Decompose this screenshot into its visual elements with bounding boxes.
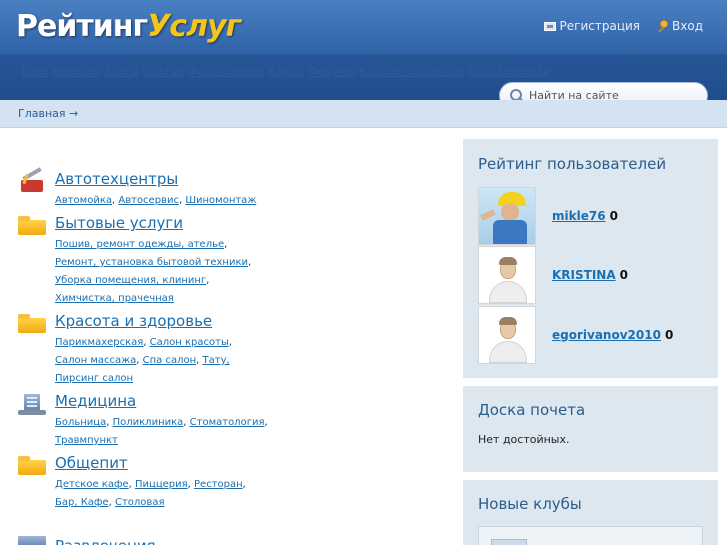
user-name-link[interactable]: egorivanov2010 (552, 328, 661, 342)
category-list: Автотехцентры Автомойка, Автосервис, Шин… (18, 167, 268, 516)
subcategory-link[interactable]: Бар, Кафе (55, 497, 109, 508)
tools-icon (18, 167, 46, 194)
logo-part2: Услуг (147, 9, 241, 44)
panel-title: Доска почета (478, 401, 586, 419)
subcategory-link[interactable]: Травмпункт (55, 435, 118, 446)
site-logo[interactable]: РейтингУслуг (16, 7, 241, 47)
subcategory-list: Пошив, ремонт одежды, ателье, Ремонт, уст… (55, 239, 252, 304)
subcategory-link[interactable]: Пирсинг салон (55, 373, 133, 384)
register-icon (543, 21, 556, 31)
nav-item[interactable]: Каталог объектов (359, 65, 464, 78)
category-title[interactable]: Развлечения (55, 537, 156, 545)
users-rating-panel: Рейтинг пользователей mikle76 0 KRISTINA… (463, 139, 718, 378)
breadcrumb-bar (0, 100, 727, 128)
subcategory-link[interactable]: Поликлиника (113, 417, 184, 428)
honor-empty-text: Нет достойных. (478, 433, 570, 446)
avatar[interactable] (478, 305, 536, 364)
nav-item[interactable]: Новости (53, 65, 101, 78)
register-link[interactable]: Регистрация (543, 19, 641, 33)
subcategory-link[interactable]: Автомойка (55, 195, 112, 206)
category-title[interactable]: Красота и здоровье (55, 312, 268, 330)
key-icon (656, 20, 669, 32)
category-title[interactable]: Автотехцентры (55, 170, 268, 188)
hospital-icon (18, 392, 46, 416)
folder-icon (18, 314, 46, 333)
avatar[interactable] (478, 245, 536, 304)
panel-title: Рейтинг пользователей (478, 155, 667, 173)
new-clubs-panel: Новые клубы (463, 480, 718, 545)
subcategory-list: Больница, Поликлиника, Стоматология, Тра… (55, 417, 268, 446)
category-household: Бытовые услуги Пошив, ремонт одежды, ате… (18, 214, 268, 308)
category-catering: Общепит Детское кафе, Пиццерия, Ресторан… (18, 454, 268, 512)
user-name-link[interactable]: KRISTINA (552, 268, 616, 282)
category-beauty: Красота и здоровье Парикмахерская, Салон… (18, 312, 268, 388)
subcategory-list: Парикмахерская, Салон красоты, Салон масс… (55, 337, 233, 384)
subcategory-link[interactable]: Салон массажа (55, 355, 136, 366)
nav-item[interactable]: База (22, 65, 49, 78)
subcategory-link[interactable]: Шиномонтаж (185, 195, 256, 206)
logo-part1: Рейтинг (16, 9, 148, 44)
entertainment-icon (18, 536, 46, 545)
subcategory-link[interactable]: Стоматология (190, 417, 265, 428)
user-score: 0 (609, 208, 618, 223)
category-title[interactable]: Общепит (55, 454, 268, 472)
club-thumbnail[interactable] (491, 539, 527, 545)
subcategory-link[interactable]: Автосервис (118, 195, 179, 206)
nav-item[interactable]: Фотогалерея (188, 65, 264, 78)
subcategory-list: Автомойка, Автосервис, Шиномонтаж (55, 195, 257, 206)
nav-item[interactable]: Статьи (143, 65, 184, 78)
category-auto: Автотехцентры Автомойка, Автосервис, Шин… (18, 167, 268, 210)
subcategory-link[interactable]: Больница (55, 417, 106, 428)
user-row: mikle76 0 (478, 186, 703, 245)
user-score: 0 (619, 267, 628, 282)
breadcrumb-home[interactable]: Главная → (18, 107, 78, 120)
user-row: KRISTINA 0 (478, 245, 703, 304)
folder-icon (18, 456, 46, 475)
user-name-link[interactable]: mikle76 (552, 209, 606, 223)
subcategory-link[interactable]: Ресторан (194, 479, 243, 490)
subcategory-link[interactable]: Спа салон (143, 355, 197, 366)
register-label: Регистрация (559, 19, 641, 33)
subcategory-link[interactable]: Химчистка, прачечная (55, 293, 174, 304)
category-title[interactable]: Бытовые услуги (55, 214, 268, 232)
category-medicine: Медицина Больница, Поликлиника, Стоматол… (18, 392, 268, 450)
subcategory-link[interactable]: Парикмахерская (55, 337, 143, 348)
subcategory-link[interactable]: Пиццерия (135, 479, 188, 490)
nav-item[interactable]: Форумы (309, 65, 356, 78)
nav-item[interactable]: Пользователи (468, 65, 550, 78)
main-nav: База Новости Блоги Статьи Фотогалерея Кл… (22, 65, 550, 78)
avatar[interactable] (478, 186, 536, 245)
subcategory-link[interactable]: Тату, (203, 355, 230, 366)
folder-icon (18, 216, 46, 235)
subcategory-link[interactable]: Пошив, ремонт одежды, ателье (55, 239, 224, 250)
subcategory-link[interactable]: Столовая (115, 497, 164, 508)
subcategory-link[interactable]: Детское кафе (55, 479, 129, 490)
nav-item[interactable]: Клубы (268, 65, 305, 78)
subcategory-link[interactable]: Ремонт, установка бытовой техники (55, 257, 248, 268)
subcategory-link[interactable]: Салон красоты (150, 337, 229, 348)
club-item[interactable] (478, 526, 703, 545)
login-label: Вход (672, 19, 703, 33)
honor-board-panel: Доска почета Нет достойных. (463, 386, 718, 472)
subcategory-link[interactable]: Уборка помещения, клининг (55, 275, 206, 286)
login-link[interactable]: Вход (656, 19, 703, 33)
nav-item[interactable]: Блоги (105, 65, 139, 78)
panel-title: Новые клубы (478, 495, 582, 513)
user-row: egorivanov2010 0 (478, 305, 703, 364)
subcategory-list: Детское кафе, Пиццерия, Ресторан, Бар, Ка… (55, 479, 246, 508)
category-title[interactable]: Медицина (55, 392, 268, 410)
auth-links: Регистрация Вход (543, 19, 703, 33)
user-score: 0 (664, 327, 674, 342)
